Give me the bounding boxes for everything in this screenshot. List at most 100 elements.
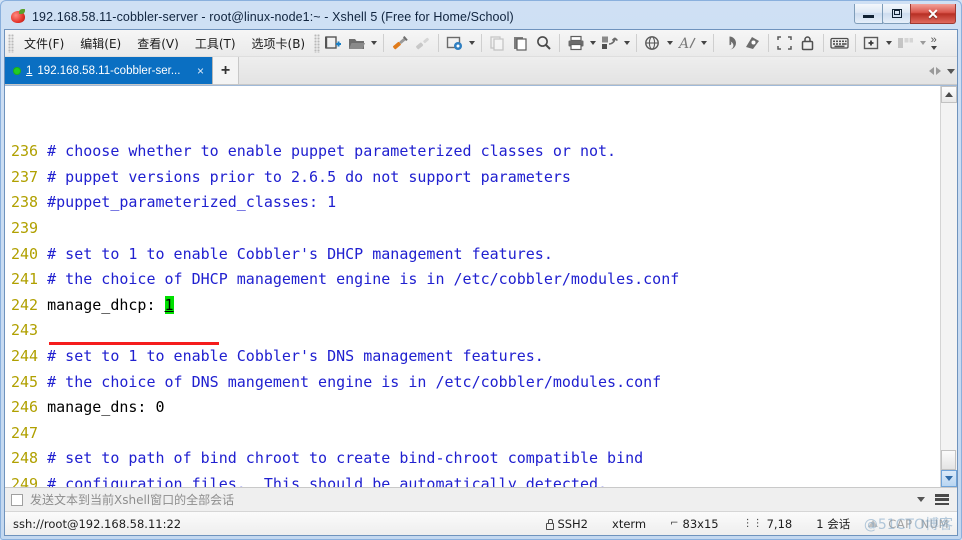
scrollbar-track[interactable] [941, 103, 957, 470]
toolbar-separator-2 [438, 34, 440, 52]
prev-tab-icon[interactable] [929, 67, 934, 75]
send-to-all-bar: 发送文本到当前Xshell窗口的全部会话 [5, 487, 957, 511]
ssh-lock-icon [545, 519, 555, 530]
menu-edit[interactable]: 编辑(E) [72, 31, 129, 56]
terminal-line-text: # choose whether to enable puppet parame… [47, 142, 617, 161]
terminal-line-text: manage_dns: 0 [47, 398, 165, 417]
transfer-dropdown-icon[interactable] [621, 32, 632, 54]
new-tab-button[interactable]: + [213, 57, 239, 84]
fullscreen-icon[interactable] [773, 32, 796, 54]
send-to-all-checkbox[interactable] [11, 493, 23, 506]
log-icon[interactable] [718, 32, 741, 54]
terminal-line: 241 # the choice of DHCP management engi… [11, 267, 940, 293]
lock-icon[interactable] [796, 32, 819, 54]
terminal-line-number: 240 [11, 244, 48, 263]
font-dropdown-icon[interactable] [698, 32, 709, 54]
terminal-line-number: 237 [11, 167, 48, 186]
find-icon[interactable] [532, 32, 555, 54]
scroll-up-icon [945, 92, 953, 97]
toolbar-separator-8 [823, 34, 825, 52]
new-session-icon[interactable] [322, 32, 345, 54]
terminal-line: 247 [11, 421, 940, 447]
scrollbar-thumb[interactable] [941, 450, 956, 470]
terminal-line-text: # set to path of bind chroot to create b… [47, 449, 644, 468]
xshell-window: 192.168.58.11-cobbler-server - root@linu… [0, 0, 962, 540]
upload-indicator-icon [868, 520, 879, 527]
terminal-line-number: 244 [11, 346, 48, 365]
session-properties-icon[interactable] [443, 32, 466, 54]
terminal-line: 239 [11, 216, 940, 242]
menu-tools[interactable]: 工具(T) [187, 31, 244, 56]
add-pane-icon[interactable] [860, 32, 883, 54]
terminal-line-text: # the choice of DHCP management engine i… [47, 270, 680, 289]
font-icon[interactable]: A [675, 32, 698, 54]
menu-view[interactable]: 查看(V) [129, 31, 187, 56]
terminal-line: 244 # set to 1 to enable Cobbler's DNS m… [11, 344, 940, 370]
open-folder-icon[interactable] [345, 32, 368, 54]
term-size-cell: ⌐ 83x15 [658, 517, 730, 531]
connect-icon[interactable] [388, 32, 411, 54]
disconnect-icon[interactable] [411, 32, 434, 54]
next-tab-icon[interactable] [936, 67, 941, 75]
layout-icon[interactable] [894, 32, 917, 54]
terminal-line-text: # puppet versions prior to 2.6.5 do not … [47, 167, 571, 186]
terminal-line: 236 # choose whether to enable puppet pa… [11, 139, 940, 165]
toolbar-grip[interactable] [314, 33, 321, 53]
open-folder-dropdown-icon[interactable] [368, 32, 379, 54]
overflow-icon[interactable]: » [928, 32, 939, 54]
sendbar-menu-icon[interactable] [935, 494, 949, 505]
keyboard-icon[interactable] [828, 32, 851, 54]
terminal-line-text: # the choice of DNS mangement engine is … [47, 372, 662, 391]
terminal-line-number: 243 [11, 321, 48, 340]
resize-icon: ⌐ [670, 518, 679, 529]
menu-toolbar: 文件(F) 编辑(E) 查看(V) 工具(T) 选项卡(B) A » [5, 30, 957, 57]
maximize-button[interactable] [882, 4, 911, 24]
add-pane-dropdown-icon[interactable] [883, 32, 894, 54]
tab-session-1[interactable]: 1 192.168.58.11-cobbler-ser... × [5, 57, 213, 84]
close-button[interactable]: ✕ [910, 4, 956, 24]
transfer-icon[interactable] [598, 32, 621, 54]
terminal-line: 249 # configuration files. This should b… [11, 472, 940, 487]
cursor-pos-label: 7,18 [766, 516, 793, 531]
terminal-line: 243 [11, 318, 940, 344]
terminal-line-text: manage_dhcp: [47, 295, 165, 314]
copy-disabled-icon[interactable] [486, 32, 509, 54]
terminal-scrollbar[interactable] [940, 86, 957, 487]
toolbar-separator-7 [768, 34, 770, 52]
scroll-up-button[interactable] [941, 86, 957, 103]
caps-indicator: CAP [888, 516, 913, 531]
print-icon[interactable] [564, 32, 587, 54]
toolbar-separator [383, 34, 385, 52]
tab-list-icon[interactable] [947, 68, 955, 74]
menu-grip[interactable] [8, 33, 14, 53]
terminal-line: 238 #puppet_parameterized_classes: 1 [11, 190, 940, 216]
status-cells: SSH2 xterm ⌐ 83x15 ⋮⋮ 7,18 1 会话 CAP NUM [533, 516, 953, 532]
terminal-line: 245 # the choice of DNS mangement engine… [11, 370, 940, 396]
terminal-line-number: 245 [11, 372, 48, 391]
session-properties-dropdown-icon[interactable] [466, 32, 477, 54]
tab-close-icon[interactable]: × [195, 64, 206, 78]
print-dropdown-icon[interactable] [587, 32, 598, 54]
scroll-down-button[interactable] [941, 470, 957, 487]
num-indicator: NUM [920, 516, 949, 531]
terminal-line-number: 242 [11, 295, 48, 314]
terminal-line-number: 238 [11, 193, 48, 212]
globe-icon[interactable] [641, 32, 664, 54]
globe-dropdown-icon[interactable] [664, 32, 675, 54]
layout-dropdown-icon[interactable] [917, 32, 928, 54]
red-underline-annotation [49, 342, 219, 345]
cursor-pos-cell: ⋮⋮ 7,18 [731, 517, 805, 531]
terminal-screen[interactable]: 236 # choose whether to enable puppet pa… [5, 86, 940, 487]
terminal-line-text: # configuration files. This should be au… [47, 474, 608, 487]
history-dropdown-icon[interactable] [917, 497, 925, 502]
minimize-button[interactable] [854, 4, 883, 24]
highlight-icon[interactable] [741, 32, 764, 54]
window-controls: ✕ [854, 4, 956, 24]
terminal-line: 246 manage_dns: 0 [11, 395, 940, 421]
toolbar-separator-3 [481, 34, 483, 52]
tab-nav-controls [929, 57, 955, 85]
paste-icon[interactable] [509, 32, 532, 54]
menu-file[interactable]: 文件(F) [16, 31, 72, 56]
menu-tabs[interactable]: 选项卡(B) [244, 31, 314, 56]
tab-label: 192.168.58.11-cobbler-ser... [37, 64, 181, 77]
